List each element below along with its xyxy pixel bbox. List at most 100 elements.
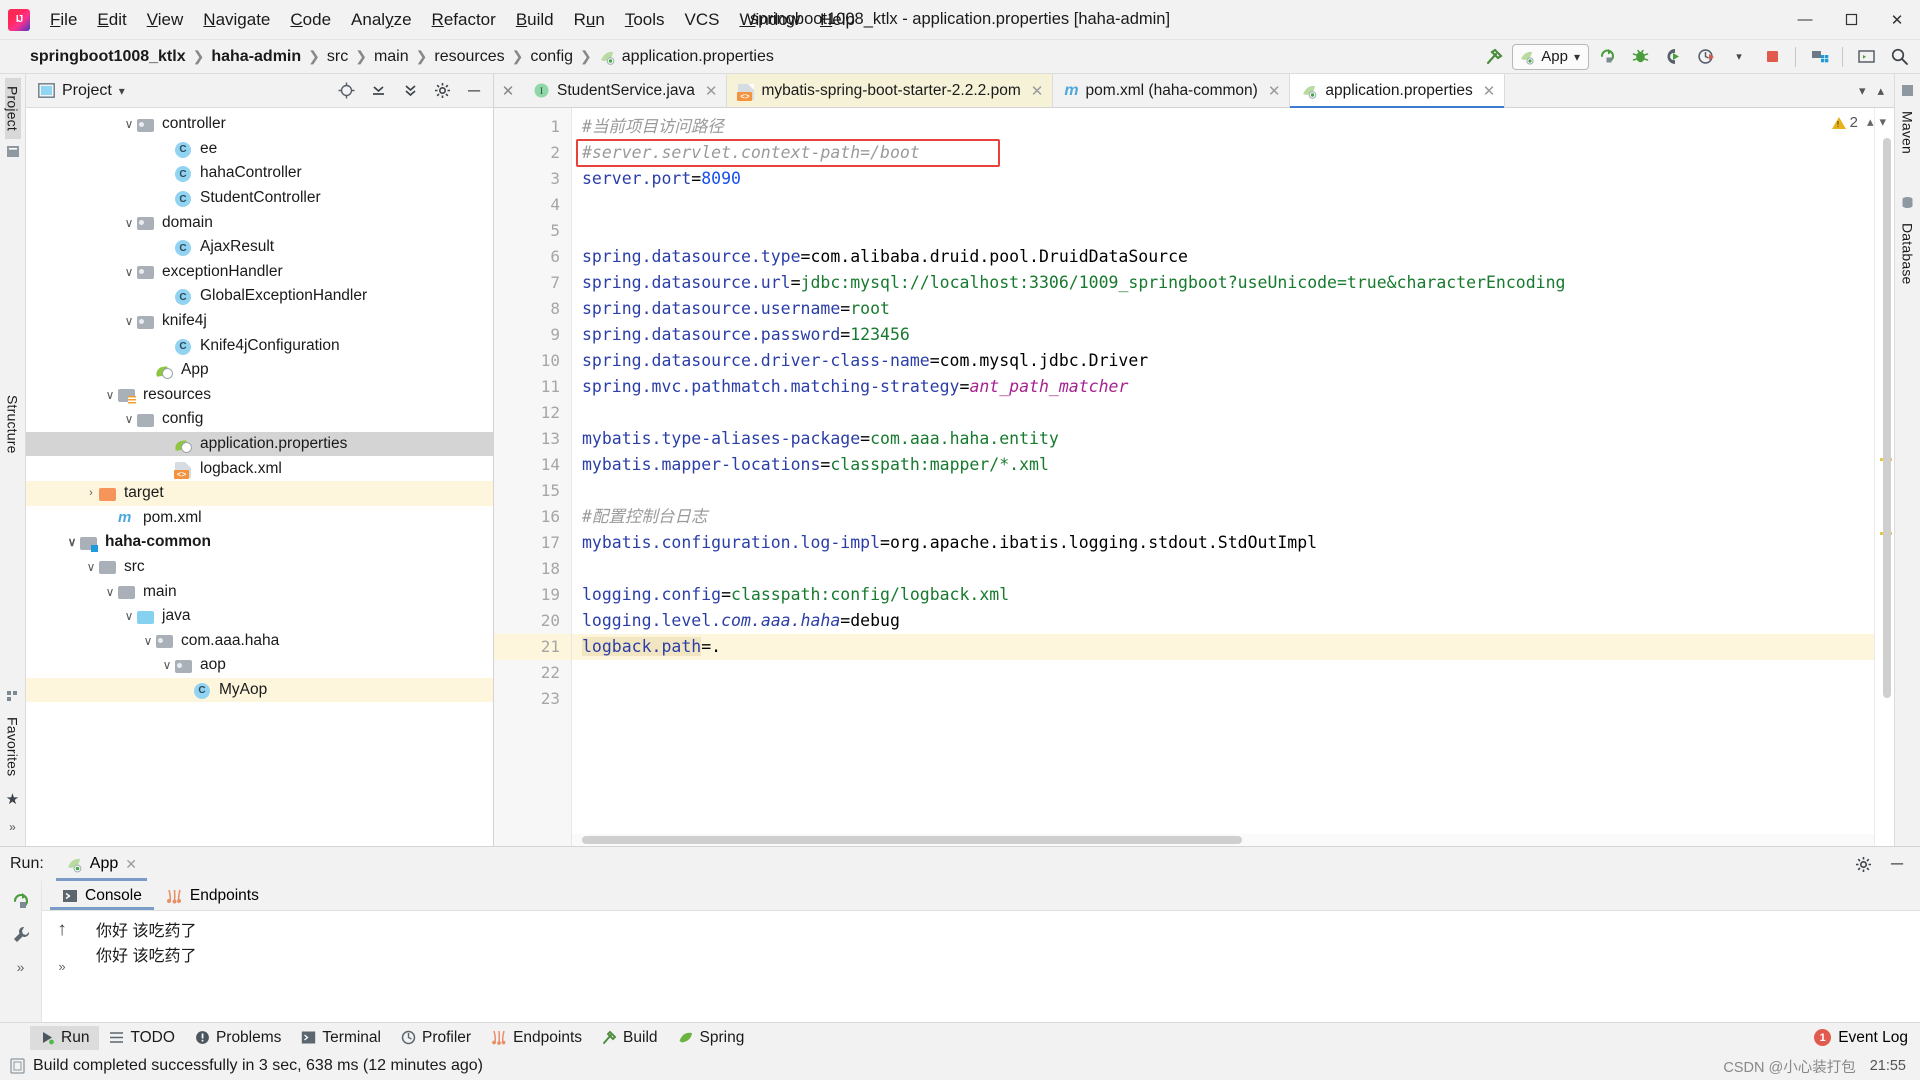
editor-tab-pom-xml-haha-common-[interactable]: m pom.xml (haha-common) ✕: [1053, 74, 1291, 107]
tree-node-myaop[interactable]: C MyAop: [26, 677, 493, 703]
tree-node-ajaxresult[interactable]: C AjaxResult: [26, 235, 493, 260]
tree-node-src[interactable]: ∨ src: [26, 555, 493, 580]
menu-navigate[interactable]: Navigate: [193, 6, 280, 33]
code-line[interactable]: [572, 686, 1874, 712]
tree-node-pom-xml[interactable]: m pom.xml: [26, 506, 493, 531]
chevron-down-icon[interactable]: ∨: [121, 314, 137, 328]
settings-gear-icon[interactable]: [1848, 850, 1878, 878]
breadcrumb-item-haha-admin[interactable]: haha-admin: [211, 48, 301, 66]
error-stripe[interactable]: 2: [1831, 108, 1894, 846]
tool-window-button-profiler[interactable]: Profiler: [391, 1026, 481, 1050]
code-line[interactable]: logging.level.com.aaa.haha=debug: [572, 608, 1874, 634]
menu-vcs[interactable]: VCS: [675, 6, 730, 33]
code-line[interactable]: [572, 400, 1874, 426]
tool-window-button-spring[interactable]: Spring: [668, 1026, 755, 1050]
console-tab-endpoints[interactable]: Endpoints: [154, 881, 271, 910]
breadcrumb-item-springboot1008-ktlx[interactable]: springboot1008_ktlx: [30, 48, 186, 66]
chevron-down-icon[interactable]: ∨: [102, 585, 118, 599]
inspection-nav[interactable]: ▴ ▾: [1867, 114, 1886, 130]
close-icon[interactable]: ✕: [1268, 82, 1281, 100]
menu-build[interactable]: Build: [506, 6, 564, 33]
stop-icon[interactable]: [1757, 43, 1787, 71]
run-with-coverage-icon[interactable]: [1658, 43, 1688, 71]
collapse-all-icon[interactable]: [363, 77, 393, 105]
breadcrumb-item-resources[interactable]: resources: [434, 48, 504, 66]
tree-node-exceptionhandler[interactable]: ∨ exceptionHandler: [26, 260, 493, 285]
tool-window-button-build[interactable]: Build: [592, 1026, 667, 1050]
locate-icon[interactable]: [331, 77, 361, 105]
code-line[interactable]: [572, 478, 1874, 504]
tool-window-button-terminal[interactable]: Terminal: [291, 1026, 391, 1050]
chevron-down-icon[interactable]: ∨: [102, 388, 118, 402]
breadcrumb-item-src[interactable]: src: [327, 48, 348, 66]
editor-tab-mybatis-spring-boot-starter-2-2-2-pom[interactable]: mybatis-spring-boot-starter-2.2.2.pom ✕: [727, 74, 1054, 107]
chevron-down-icon[interactable]: ∨: [121, 117, 137, 131]
menu-tools[interactable]: Tools: [615, 6, 675, 33]
close-button[interactable]: ✕: [1874, 0, 1920, 40]
chevron-down-icon[interactable]: ∨: [83, 560, 99, 574]
code-line[interactable]: server.port=8090: [572, 166, 1874, 192]
tree-node-app[interactable]: App: [26, 358, 493, 383]
code-content[interactable]: #当前项目访问路径 #server.servlet.context-path=/b…: [572, 108, 1874, 846]
breadcrumb[interactable]: springboot1008_ktlx ❯ haha-admin ❯ src ❯ main ❯…: [30, 48, 774, 66]
tool-window-button-todo[interactable]: TODO: [99, 1026, 185, 1050]
tree-node-globalexceptionhandler[interactable]: C GlobalExceptionHandler: [26, 284, 493, 309]
breadcrumb-item-config[interactable]: config: [530, 48, 573, 66]
console-tab-bar[interactable]: Console Endpoints: [42, 881, 1920, 911]
tree-node-target[interactable]: › target: [26, 480, 493, 506]
hide-panel-icon[interactable]: ─: [459, 77, 489, 105]
build-hammer-icon[interactable]: [1479, 43, 1509, 71]
close-icon[interactable]: ✕: [1031, 82, 1044, 100]
more-options-icon[interactable]: »: [17, 959, 25, 975]
vertical-scrollbar[interactable]: [1883, 138, 1891, 698]
settings-gear-icon[interactable]: [427, 77, 457, 105]
code-line[interactable]: mybatis.mapper-locations=classpath:mappe…: [572, 452, 1874, 478]
menu-file[interactable]: File: [40, 6, 87, 33]
tool-window-button-endpoints[interactable]: Endpoints: [481, 1026, 592, 1050]
code-line[interactable]: spring.mvc.pathmatch.matching-strategy=a…: [572, 374, 1874, 400]
tree-node-knife4jconfiguration[interactable]: C Knife4jConfiguration: [26, 333, 493, 358]
code-line[interactable]: #server.servlet.context-path=/boot: [572, 140, 1874, 166]
project-panel-title[interactable]: Project ▾: [38, 82, 125, 100]
chevron-down-icon[interactable]: ▾: [1853, 83, 1872, 99]
bottom-tool-strip[interactable]: Run TODO Problems Terminal Profiler Endpoints…: [0, 1022, 1920, 1052]
chevron-down-icon[interactable]: ▾: [119, 84, 125, 98]
close-icon[interactable]: ✕: [125, 856, 137, 873]
editor-tabs[interactable]: IStudentService.java✕mybatis-spring-boot…: [522, 74, 1506, 108]
code-line[interactable]: spring.datasource.type=com.alibaba.druid…: [572, 244, 1874, 270]
horizontal-scrollbar-track[interactable]: [572, 834, 1874, 846]
menu-view[interactable]: View: [137, 6, 194, 33]
project-tree[interactable]: ∨ controller Cee ChahaController C StudentCon…: [26, 108, 493, 846]
chevron-down-icon[interactable]: ∨: [121, 265, 137, 279]
breadcrumb-item-application-properties[interactable]: application.properties: [599, 48, 774, 66]
code-line[interactable]: mybatis.configuration.log-impl=org.apach…: [572, 530, 1874, 556]
profiler-icon[interactable]: [1691, 43, 1721, 71]
code-line[interactable]: spring.datasource.password=123456: [572, 322, 1874, 348]
code-line[interactable]: mybatis.type-aliases-package=com.aaa.hah…: [572, 426, 1874, 452]
sidebar-item-database[interactable]: Database: [1900, 215, 1916, 293]
code-line[interactable]: [572, 218, 1874, 244]
rerun-icon[interactable]: [11, 891, 31, 911]
chevron-down-icon[interactable]: ∨: [159, 658, 175, 672]
run-configuration-selector[interactable]: App ▾: [1512, 43, 1589, 70]
tree-node-knife4j[interactable]: ∨ knife4j: [26, 309, 493, 334]
run-config-tab[interactable]: App ✕: [55, 847, 147, 881]
project-structure-icon[interactable]: [1804, 43, 1834, 71]
chevron-down-icon[interactable]: ▾: [1879, 114, 1886, 130]
menu-help[interactable]: Help: [810, 6, 865, 33]
tree-node-com-aaa-haha[interactable]: ∨ com.aaa.haha: [26, 628, 493, 653]
editor-tab-application-properties[interactable]: application.properties ✕: [1290, 74, 1506, 108]
more-options-icon[interactable]: »: [58, 959, 65, 974]
menu-refactor[interactable]: Refactor: [422, 6, 506, 33]
chevron-down-icon[interactable]: ▾: [1724, 43, 1754, 71]
code-line[interactable]: spring.datasource.url=jdbc:mysql://local…: [572, 270, 1874, 296]
code-line[interactable]: #当前项目访问路径: [572, 114, 1874, 140]
tree-node-aop[interactable]: ∨ aop: [26, 653, 493, 678]
tree-node-application-properties[interactable]: application.properties: [26, 431, 493, 457]
tree-node-ee[interactable]: Cee: [26, 137, 493, 162]
search-everywhere-icon[interactable]: [1884, 43, 1914, 71]
breadcrumb-item-main[interactable]: main: [374, 48, 409, 66]
horizontal-scrollbar-thumb[interactable]: [582, 836, 1242, 844]
close-all-tabs-icon[interactable]: ✕: [494, 74, 522, 107]
editor-tabs-overflow[interactable]: ▾ ▴: [1853, 74, 1894, 107]
